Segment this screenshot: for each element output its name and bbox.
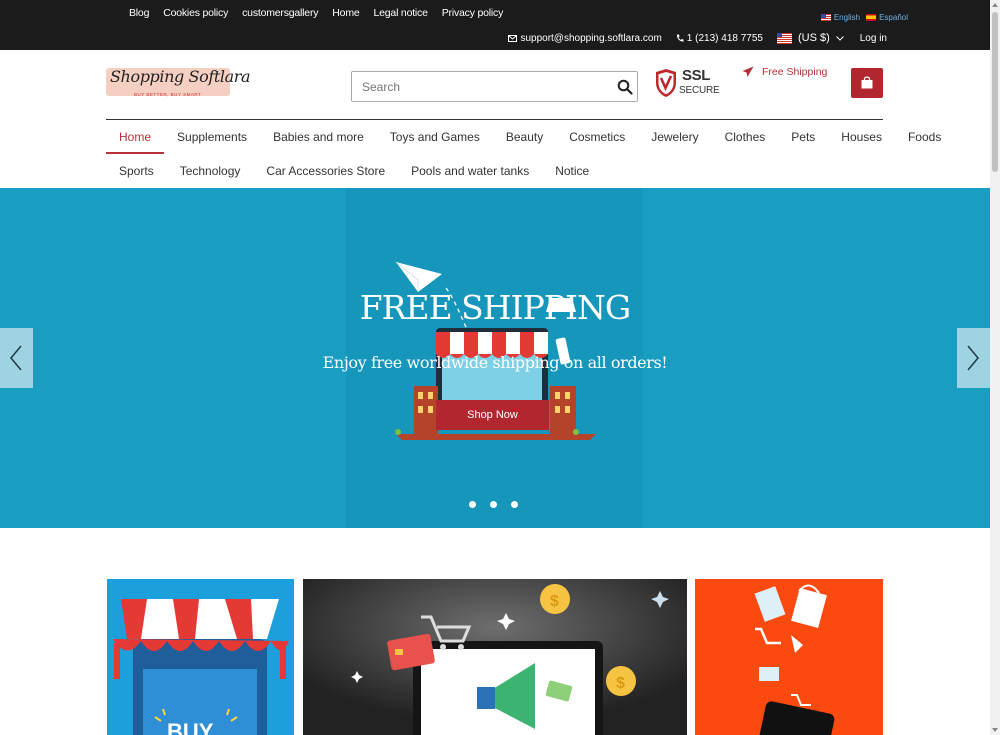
free-shipping-label: Free Shipping: [762, 66, 828, 78]
top-link-legal-notice[interactable]: Legal notice: [374, 7, 428, 19]
hero-title: FREE SHIPPING: [359, 288, 632, 327]
language-espanol[interactable]: Español: [866, 13, 908, 22]
promo-banner-marketing[interactable]: $ $: [303, 579, 687, 735]
nav-item-clothes[interactable]: Clothes: [712, 120, 779, 154]
currency-label: (US $): [797, 32, 830, 44]
top-link-privacy-policy[interactable]: Privacy policy: [442, 7, 504, 19]
nav-item-jewelery[interactable]: Jewelery: [638, 120, 711, 154]
language-switcher: English Español: [820, 13, 908, 22]
currency-selector[interactable]: (US $) Log in: [776, 32, 887, 44]
language-english[interactable]: English: [820, 13, 861, 22]
chevron-right-icon: [967, 345, 979, 371]
language-english-label: English: [833, 13, 861, 22]
envelope-icon: [508, 34, 518, 42]
es-flag-icon: [866, 14, 877, 21]
support-email[interactable]: support@shopping.softlara.com: [508, 32, 662, 44]
scroll-up-arrow[interactable]: [992, 3, 998, 7]
logo-tagline: BUY BETTER, BUY SMART: [134, 92, 202, 97]
login-link[interactable]: Log in: [860, 33, 887, 44]
nav-item-cosmetics[interactable]: Cosmetics: [556, 120, 638, 154]
secure-label: SECURE: [679, 85, 720, 96]
shop-now-button[interactable]: Shop Now: [436, 400, 549, 430]
svg-text:BUY: BUY: [167, 719, 214, 735]
hero-subtitle: Enjoy free worldwide shipping on all ord…: [322, 353, 668, 372]
marketing-illustration: $ $: [303, 579, 687, 735]
nav-item-babies-and-more[interactable]: Babies and more: [260, 120, 377, 154]
nav-item-houses[interactable]: Houses: [828, 120, 895, 154]
support-email-text: support@shopping.softlara.com: [520, 32, 662, 44]
nav-item-beauty[interactable]: Beauty: [493, 120, 556, 154]
top-link-customersgallery[interactable]: customersgallery: [242, 7, 318, 19]
free-shipping-link[interactable]: Free Shipping: [742, 66, 827, 78]
slider-prev-button[interactable]: [0, 328, 33, 388]
cart-button[interactable]: [851, 68, 883, 98]
plane-icon: [742, 66, 754, 77]
site-logo[interactable]: Shopping Softlara BUY BETTER, BUY SMART: [106, 62, 251, 102]
shopping-bag-icon: [861, 76, 873, 89]
top-link-home[interactable]: Home: [332, 7, 359, 19]
nav-item-foods[interactable]: Foods: [895, 120, 954, 154]
nav-item-car-accessories-store[interactable]: Car Accessories Store: [253, 154, 398, 188]
svg-text:$: $: [550, 593, 559, 610]
top-links: Blog Cookies policy customersgallery Hom…: [129, 7, 517, 19]
us-flag-icon: [776, 32, 792, 44]
phone-number-text: 1 (213) 418 7755: [686, 32, 763, 44]
nav-item-technology[interactable]: Technology: [167, 154, 254, 188]
nav-item-pets[interactable]: Pets: [778, 120, 828, 154]
nav-item-sports[interactable]: Sports: [106, 154, 167, 188]
search-box: [351, 71, 638, 102]
chevron-left-icon: [10, 345, 22, 371]
phone-number[interactable]: 1 (213) 418 7755: [676, 33, 763, 44]
nav-item-toys-and-games[interactable]: Toys and Games: [377, 120, 493, 154]
chevron-down-icon: [835, 35, 844, 41]
language-espanol-label: Español: [879, 13, 908, 22]
logo-text: Shopping Softlara: [110, 67, 251, 86]
page-scrollbar[interactable]: [990, 0, 1000, 735]
slider-dot-3[interactable]: [511, 501, 518, 508]
nav-item-pools-and-water-tanks[interactable]: Pools and water tanks: [398, 154, 542, 188]
top-link-blog[interactable]: Blog: [129, 7, 149, 19]
nav-item-notice[interactable]: Notice: [542, 154, 602, 188]
slider-dot-2[interactable]: [490, 501, 497, 508]
ssl-label: SSL: [682, 67, 710, 84]
shopping-icons-illustration: [754, 584, 835, 735]
ssl-secure-badge: SSL SECURE: [654, 67, 720, 99]
promo-banner-store[interactable]: BUY: [107, 579, 294, 735]
us-flag-icon: [820, 14, 831, 21]
main-nav-row-1: Home Supplements Babies and more Toys an…: [106, 120, 954, 154]
nav-item-home[interactable]: Home: [106, 120, 165, 154]
svg-text:$: $: [616, 675, 625, 692]
nav-item-supplements[interactable]: Supplements: [164, 120, 260, 154]
slider-dots: [469, 501, 518, 508]
promo-banner-online-shopping[interactable]: [695, 579, 883, 735]
phone-icon: [676, 34, 684, 42]
scrollbar-thumb[interactable]: [992, 12, 998, 172]
hero-slider: FREE SHIPPING Enjoy free worldwide shipp…: [0, 188, 990, 528]
top-link-cookies-policy[interactable]: Cookies policy: [163, 7, 228, 19]
top-bar: Blog Cookies policy customersgallery Hom…: [0, 0, 990, 50]
scroll-down-arrow[interactable]: [992, 728, 998, 732]
main-nav-row-2: Sports Technology Car Accessories Store …: [106, 154, 602, 188]
contact-bar: support@shopping.softlara.com 1 (213) 41…: [508, 32, 887, 44]
slider-next-button[interactable]: [957, 328, 990, 388]
store-awning-illustration: BUY: [113, 599, 289, 735]
shield-icon: [656, 69, 676, 97]
search-input[interactable]: [352, 72, 592, 101]
search-icon[interactable]: [617, 79, 633, 95]
slider-dot-1[interactable]: [469, 501, 476, 508]
